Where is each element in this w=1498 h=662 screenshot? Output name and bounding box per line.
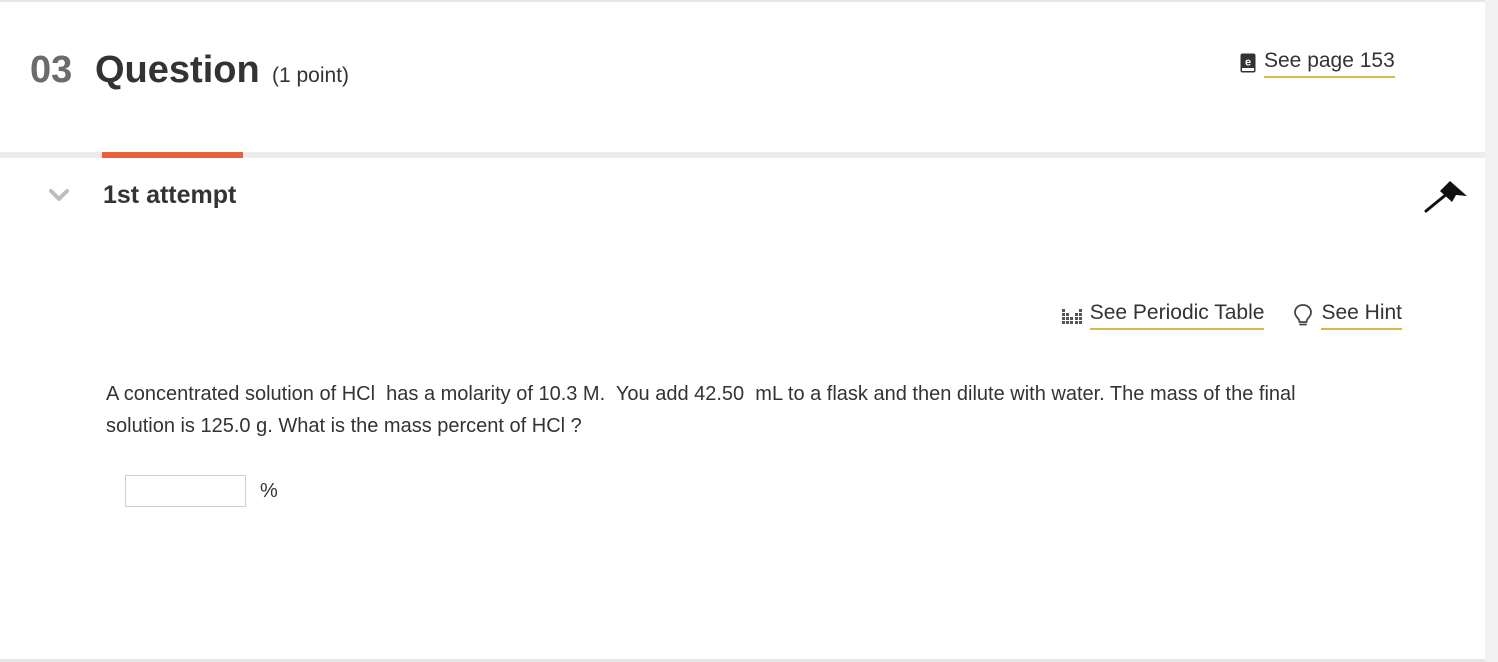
question-tools: See Periodic Table See Hint [1061,300,1402,330]
answer-row: % [125,475,278,507]
question-prompt-line-2: solution is 125.0 g. What is the mass pe… [106,415,582,437]
ebook-icon: e [1240,53,1256,73]
see-hint-label[interactable]: See Hint [1321,300,1402,330]
question-number: 03 [30,49,73,91]
scrollbar-track[interactable] [1485,0,1498,662]
attempt-tab-indicator [102,152,243,158]
answer-unit: % [260,479,278,502]
see-periodic-table-label[interactable]: See Periodic Table [1089,300,1265,330]
question-points: (1 point) [272,64,350,87]
see-hint-link[interactable]: See Hint [1292,300,1402,330]
top-border [0,0,1485,2]
lightbulb-icon [1292,303,1314,327]
question-prompt-line-1: A concentrated solution of HCl has a mol… [106,383,1296,405]
flag-icon[interactable] [1422,180,1468,214]
attempt-label: 1st attempt [103,181,237,209]
svg-text:e: e [1245,57,1251,69]
see-page-label[interactable]: See page 153 [1264,48,1395,78]
chevron-down-icon[interactable] [48,186,70,204]
question-title: Question [95,49,260,91]
answer-input[interactable] [125,475,246,507]
see-page-link[interactable]: e See page 153 [1240,48,1395,78]
question-prompt: A concentrated solution of HCl has a mol… [106,378,1406,442]
see-periodic-table-link[interactable]: See Periodic Table [1061,300,1265,330]
periodic-table-icon [1061,303,1083,327]
